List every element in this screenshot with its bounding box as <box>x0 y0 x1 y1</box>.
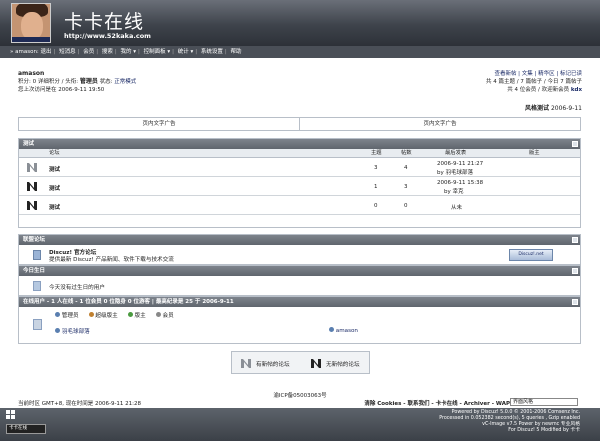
online-icon <box>33 319 42 330</box>
nav-settings[interactable]: 系统设置 <box>201 49 223 55</box>
mod-icon <box>127 312 133 317</box>
user-links: 查看新帖 | 文集 | 精华区 | 标记已读 共 4 篇主题 / 7 篇帖子 /… <box>486 71 582 93</box>
collapse-icon[interactable] <box>572 141 578 147</box>
supermod-icon <box>88 312 94 317</box>
style-line: 风格测试 2006-9-11 <box>525 105 582 112</box>
nav-logout[interactable]: » amason: 退出 <box>10 49 52 55</box>
nav-help[interactable]: 帮助 <box>231 49 242 55</box>
mode-link[interactable]: 正常模式 <box>114 79 136 85</box>
collapse-icon[interactable] <box>572 237 578 243</box>
new-member-link[interactable]: kdx <box>571 87 582 93</box>
forum-new-icon <box>27 182 37 191</box>
member-icon <box>155 312 161 317</box>
nav-cp[interactable]: 控制面板 ▾ <box>144 49 171 55</box>
user-icon <box>55 328 60 333</box>
forum-new-icon <box>311 359 321 368</box>
birthday-section: 今日生日 今天没有过生日的用户 <box>18 265 581 296</box>
main-nav: » amason: 退出 | 短消息 | 会员 | 搜索 | 我的 ▾ | 控制面板 ▾ |… <box>0 46 600 58</box>
links-header: 联盟论坛 <box>19 235 580 245</box>
grid-logo-icon <box>6 410 15 419</box>
site-title[interactable]: 卡卡在线 <box>64 7 144 34</box>
ad-bar: 页内文字广告 页内文字广告 <box>18 117 581 131</box>
forum-nonew-icon <box>27 163 37 172</box>
discuz-badge[interactable]: Discuz!.net <box>509 249 553 261</box>
copyright: Powered by Discuz! 5.0.0 © 2001-2006 Com… <box>439 410 580 433</box>
online-section: 在线用户 - 1 人在线 - 1 位会员 0 位隐身 0 位游客 | 最高纪录是… <box>18 296 581 344</box>
forum-name[interactable]: 测试 <box>49 203 60 211</box>
forum-row: 测试 1 3 2006-9-11 15:38 by 幸克 <box>19 177 580 196</box>
forum-row: 测试 0 0 从未 <box>19 196 580 215</box>
site-footer: 卡卡在线 Powered by Discuz! 5.0.0 © 2001-200… <box>0 408 600 441</box>
user-info: amason 积分: 0 详细积分 / 头衔: 管理员 状态: 正常模式 您上次… <box>18 70 137 93</box>
timezone-info: 当前时区 GMT+8, 现在时间是 2006-9-11 21:28 <box>18 401 142 407</box>
forum-new-icon <box>27 201 37 210</box>
collapse-icon[interactable] <box>572 268 578 274</box>
forum-row: 测试 3 4 2006-9-11 21:27 by 羽毛球部落 <box>19 158 580 177</box>
online-header: 在线用户 - 1 人在线 - 1 位会员 0 位隐身 0 位游客 | 最高纪录是… <box>19 297 580 307</box>
footer-links[interactable]: 清除 Cookies - 联系我们 - 卡卡在线 - Archiver - WA… <box>364 399 510 407</box>
forum-nonew-icon <box>241 359 251 368</box>
online-user[interactable]: amason <box>336 328 358 334</box>
birthday-header: 今日生日 <box>19 266 580 276</box>
category-header: 测试 <box>19 139 580 149</box>
nav-stats[interactable]: 统计 ▾ <box>178 49 194 55</box>
nav-mine[interactable]: 我的 ▾ <box>121 49 137 55</box>
online-user[interactable]: 羽毛球部落 <box>62 329 90 335</box>
forum-table: 测试 论坛 主题 帖数 最后发表 版主 测试 3 4 2006-9-11 21:… <box>18 138 581 228</box>
link-icon <box>33 250 41 260</box>
links-section: 联盟论坛 Discuz! 官方论坛 提供最新 Discuz! 产品新闻、软件下载… <box>18 234 581 265</box>
nav-search[interactable]: 搜索 <box>102 49 113 55</box>
forum-name[interactable]: 测试 <box>49 184 60 192</box>
collapse-icon[interactable] <box>572 299 578 305</box>
calendar-icon <box>33 281 41 291</box>
nav-members[interactable]: 会员 <box>83 49 94 55</box>
column-header: 论坛 主题 帖数 最后发表 版主 <box>19 149 580 158</box>
user-name[interactable]: amason <box>18 70 44 77</box>
style-select[interactable]: 界面风格 <box>510 398 578 406</box>
site-avatar <box>11 3 51 43</box>
nav-messages[interactable]: 短消息 <box>59 49 76 55</box>
site-url[interactable]: http://www.52kaka.com <box>64 32 151 40</box>
quick-links[interactable]: 查看新帖 | 文集 | 精华区 | 标记已读 <box>494 71 582 77</box>
footer-badge[interactable]: 卡卡在线 <box>6 424 46 434</box>
forum-name[interactable]: 测试 <box>49 165 60 173</box>
user-icon <box>329 327 334 332</box>
admin-icon <box>55 312 60 317</box>
ad-right[interactable]: 页内文字广告 <box>299 118 580 130</box>
site-header: 卡卡在线 http://www.52kaka.com <box>0 0 600 46</box>
ad-left[interactable]: 页内文字广告 <box>19 118 299 130</box>
forum-legend: 有新帖的论坛 无新帖的论坛 <box>231 351 370 374</box>
